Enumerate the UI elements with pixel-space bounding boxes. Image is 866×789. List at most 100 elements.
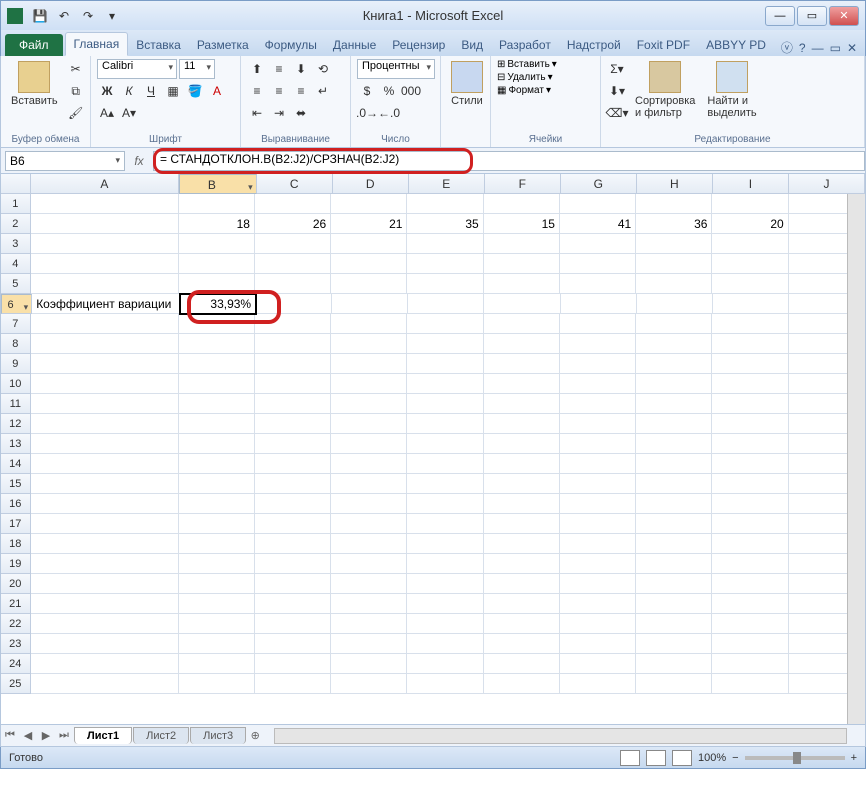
row-header-3[interactable]: 3 [1, 234, 31, 254]
ribbon-minimize-icon[interactable]: ⓥ [781, 39, 793, 56]
cell-G19[interactable] [560, 554, 636, 574]
minimize-button[interactable]: — [765, 6, 795, 26]
cell-A5[interactable] [31, 274, 179, 294]
cell-E6[interactable] [408, 294, 484, 314]
cell-E15[interactable] [407, 474, 483, 494]
sheet-tab-1[interactable]: Лист1 [74, 727, 132, 744]
cell-D16[interactable] [331, 494, 407, 514]
cell-D14[interactable] [331, 454, 407, 474]
row-header-8[interactable]: 8 [1, 334, 31, 354]
formula-input[interactable]: = СТАНДОТКЛОН.В(B2:J2)/СРЗНАЧ(B2:J2) [153, 151, 865, 171]
cell-F23[interactable] [484, 634, 560, 654]
cell-A2[interactable] [31, 214, 179, 234]
cell-F11[interactable] [484, 394, 560, 414]
cell-A15[interactable] [31, 474, 179, 494]
cell-I17[interactable] [712, 514, 788, 534]
redo-button[interactable]: ↷ [77, 5, 99, 27]
cell-F25[interactable] [484, 674, 560, 694]
cell-E25[interactable] [407, 674, 483, 694]
align-center-button[interactable]: ≡ [269, 81, 289, 101]
cell-H8[interactable] [636, 334, 712, 354]
cell-I9[interactable] [712, 354, 788, 374]
cell-D1[interactable] [331, 194, 407, 214]
cell-B18[interactable] [179, 534, 255, 554]
merge-button[interactable]: ⬌ [291, 103, 311, 123]
cell-H17[interactable] [636, 514, 712, 534]
cell-I1[interactable] [712, 194, 788, 214]
cell-C8[interactable] [255, 334, 331, 354]
cell-G18[interactable] [560, 534, 636, 554]
cell-D13[interactable] [331, 434, 407, 454]
cell-A22[interactable] [31, 614, 179, 634]
sheet-nav-next[interactable]: ▶ [37, 727, 55, 745]
row-header-1[interactable]: 1 [1, 194, 31, 214]
fill-color-button[interactable]: 🪣 [185, 81, 205, 101]
cell-F12[interactable] [484, 414, 560, 434]
row-header-17[interactable]: 17 [1, 514, 31, 534]
cell-H19[interactable] [636, 554, 712, 574]
doc-minimize[interactable]: — [812, 41, 824, 55]
cell-I21[interactable] [712, 594, 788, 614]
cell-I8[interactable] [712, 334, 788, 354]
sheet-tab-3[interactable]: Лист3 [190, 727, 246, 744]
cell-D17[interactable] [331, 514, 407, 534]
cell-E18[interactable] [407, 534, 483, 554]
cell-H14[interactable] [636, 454, 712, 474]
format-cells-button[interactable]: ▦ Формат ▾ [497, 85, 551, 96]
cell-A10[interactable] [31, 374, 179, 394]
col-header-F[interactable]: F [485, 174, 561, 193]
cell-H15[interactable] [636, 474, 712, 494]
cell-H20[interactable] [636, 574, 712, 594]
select-all-corner[interactable] [1, 174, 31, 193]
cell-C16[interactable] [255, 494, 331, 514]
insert-cells-button[interactable]: ⊞ Вставить ▾ [497, 59, 557, 70]
grid-body[interactable]: 121826213515413620323456Коэффициент вари… [1, 194, 865, 724]
cell-C2[interactable]: 26 [255, 214, 331, 234]
row-header-4[interactable]: 4 [1, 254, 31, 274]
cell-I2[interactable]: 20 [712, 214, 788, 234]
horizontal-scrollbar[interactable] [274, 728, 847, 744]
cell-I25[interactable] [712, 674, 788, 694]
cell-I12[interactable] [712, 414, 788, 434]
cell-A11[interactable] [31, 394, 179, 414]
cell-F21[interactable] [484, 594, 560, 614]
cell-C13[interactable] [255, 434, 331, 454]
cell-E8[interactable] [407, 334, 483, 354]
cell-E3[interactable] [407, 234, 483, 254]
zoom-out-button[interactable]: − [732, 752, 738, 764]
cell-G9[interactable] [560, 354, 636, 374]
paste-button[interactable]: Вставить [7, 59, 62, 109]
comma-button[interactable]: 000 [401, 81, 421, 101]
cell-C7[interactable] [255, 314, 331, 334]
row-header-9[interactable]: 9 [1, 354, 31, 374]
font-size-select[interactable]: 11 [179, 59, 215, 79]
font-color-button[interactable]: A [207, 81, 227, 101]
cell-I10[interactable] [712, 374, 788, 394]
percent-button[interactable]: % [379, 81, 399, 101]
cell-F22[interactable] [484, 614, 560, 634]
styles-button[interactable]: Стили [447, 59, 487, 109]
cell-A3[interactable] [31, 234, 179, 254]
cell-C4[interactable] [255, 254, 331, 274]
cell-F14[interactable] [484, 454, 560, 474]
cell-A23[interactable] [31, 634, 179, 654]
cell-D15[interactable] [331, 474, 407, 494]
decrease-indent-button[interactable]: ⇤ [247, 103, 267, 123]
col-header-H[interactable]: H [637, 174, 713, 193]
cell-C1[interactable] [255, 194, 331, 214]
cell-E19[interactable] [407, 554, 483, 574]
row-header-19[interactable]: 19 [1, 554, 31, 574]
cell-H1[interactable] [636, 194, 712, 214]
clear-button[interactable]: ⌫▾ [607, 103, 627, 123]
view-pagebreak-button[interactable] [672, 750, 692, 766]
cell-F4[interactable] [484, 254, 560, 274]
cell-D24[interactable] [331, 654, 407, 674]
cell-H10[interactable] [636, 374, 712, 394]
tab-insert[interactable]: Вставка [128, 34, 189, 56]
cell-D8[interactable] [331, 334, 407, 354]
cell-G4[interactable] [560, 254, 636, 274]
grow-font-button[interactable]: A▴ [97, 103, 117, 123]
cell-G3[interactable] [560, 234, 636, 254]
cell-B10[interactable] [179, 374, 255, 394]
row-header-7[interactable]: 7 [1, 314, 31, 334]
